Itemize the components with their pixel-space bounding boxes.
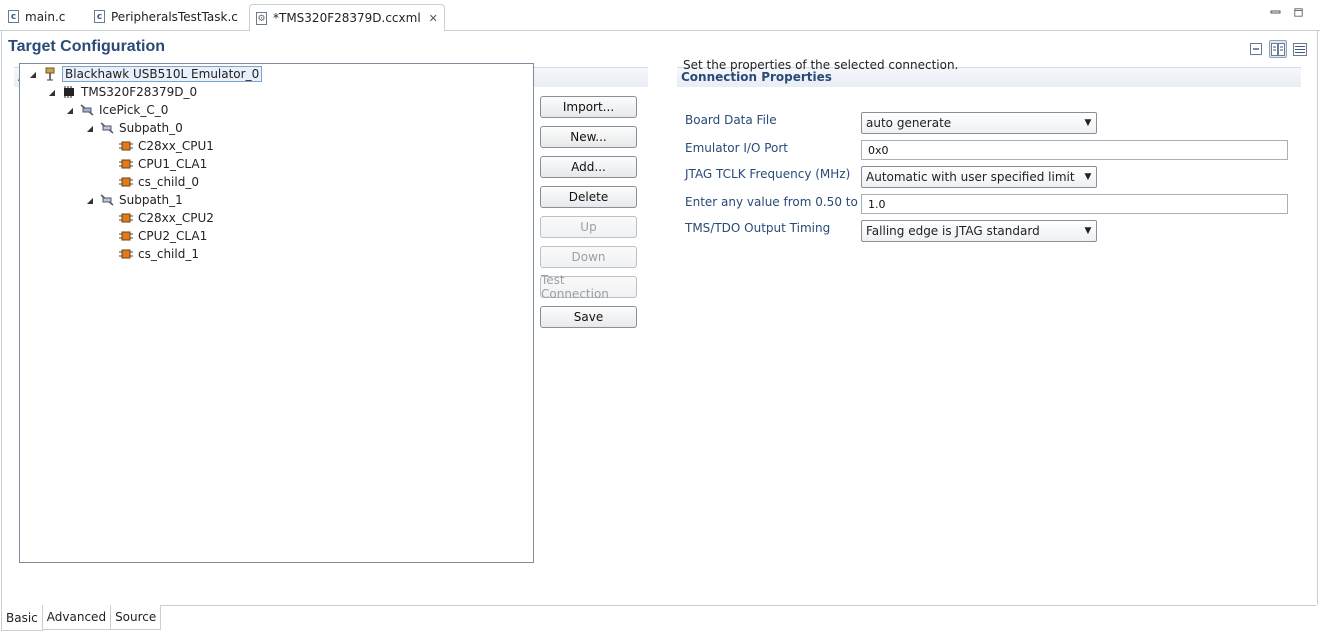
tree-item-label: cs_child_1 (138, 247, 199, 261)
delete-button[interactable]: Delete (540, 186, 637, 208)
tree-item-c28xx-cpu2[interactable]: C28xx_CPU2 (118, 209, 214, 227)
jtag-tclk-frequency-value: Automatic with user specified limit (866, 170, 1075, 184)
save-button[interactable]: Save (540, 306, 637, 328)
layout-rows-button[interactable] (1291, 40, 1309, 58)
tms-tdo-output-timing-value: Falling edge is JTAG standard (866, 224, 1040, 238)
down-button[interactable]: Down (540, 246, 637, 268)
cpu-core-icon (118, 156, 134, 172)
tree-item-icepick[interactable]: ◢ IcePick_C_0 (65, 101, 168, 119)
view-toolbar (1247, 40, 1309, 58)
minimize-icon[interactable] (1270, 8, 1281, 17)
chevron-down-icon: ▼ (1084, 172, 1092, 182)
tclk-limit-value: 1.0 (868, 197, 886, 211)
tree-item-label: C28xx_CPU1 (138, 139, 214, 153)
maximize-icon[interactable] (1293, 8, 1304, 17)
chevron-down-icon: ▼ (1084, 226, 1092, 236)
cpu-core-icon (118, 174, 134, 190)
tree-item-subpath-0[interactable]: ◢ Subpath_0 (85, 119, 183, 137)
cpu-core-icon (118, 138, 134, 154)
tab-basic[interactable]: Basic (1, 605, 43, 631)
editor-page-tabs: Basic Advanced Source (1, 605, 162, 631)
collapse-all-button[interactable] (1247, 40, 1265, 58)
tree-item-c28xx-cpu1[interactable]: C28xx_CPU1 (118, 137, 214, 155)
board-data-file-select[interactable]: auto generate ▼ (861, 112, 1097, 134)
tree-item-device[interactable]: ◢ TMS320F28379D_0 (47, 83, 197, 101)
tree-item-label: Subpath_1 (119, 193, 183, 207)
tree-item-label: Blackhawk USB510L Emulator_0 (62, 66, 263, 82)
tree-item-label: CPU1_CLA1 (138, 157, 208, 171)
editor-tab-strip: c main.c c PeripheralsTestTask.c ⚙ *TMS3… (0, 0, 1320, 31)
cpu-core-icon (118, 246, 134, 262)
tree-item-cpu1-cla1[interactable]: CPU1_CLA1 (118, 155, 207, 173)
tree-item-emulator[interactable]: ◢ Blackhawk USB510L Emulator_0 (28, 65, 263, 83)
tree-item-label: CPU2_CLA1 (138, 229, 208, 243)
tab-tms320f28379d-ccxml[interactable]: ⚙ *TMS320F28379D.ccxml ✕ (249, 4, 445, 31)
subpath-icon (99, 192, 115, 208)
board-data-file-value: auto generate (866, 116, 952, 130)
layout-columns-button[interactable] (1269, 40, 1287, 58)
tree-item-label: IcePick_C_0 (99, 103, 169, 117)
tab-advanced[interactable]: Advanced (41, 605, 112, 630)
add-button[interactable]: Add... (540, 156, 637, 178)
cpu-core-icon (118, 210, 134, 226)
emulator-io-port-label: Emulator I/O Port (685, 141, 788, 155)
emulator-icon (42, 66, 58, 82)
tree-item-label: Subpath_0 (119, 121, 183, 135)
rows-layout-icon (1293, 42, 1307, 56)
chevron-down-icon: ▼ (1084, 118, 1092, 128)
test-connection-button[interactable]: Test Connection (540, 273, 637, 301)
tab-source[interactable]: Source (110, 605, 162, 630)
tree-item-label: TMS320F28379D_0 (81, 85, 198, 99)
close-icon[interactable]: ✕ (429, 12, 438, 25)
board-data-file-label: Board Data File (685, 113, 777, 127)
c-file-icon: c (94, 10, 105, 23)
tms-tdo-output-timing-label: TMS/TDO Output Timing (685, 221, 831, 235)
cpu-core-icon (118, 228, 134, 244)
tree-item-cpu2-cla1[interactable]: CPU2_CLA1 (118, 227, 207, 245)
tree-item-cs-child-1[interactable]: cs_child_1 (118, 245, 199, 263)
collapse-icon (1250, 43, 1262, 55)
jtag-tclk-frequency-label: JTAG TCLK Frequency (MHz) (685, 167, 851, 181)
expanded-arrow-icon[interactable]: ◢ (85, 196, 95, 205)
tab-label: main.c (25, 9, 66, 24)
bottom-tabs-divider (1, 605, 1316, 606)
tab-main-c[interactable]: c main.c (2, 4, 71, 29)
expanded-arrow-icon[interactable]: ◢ (85, 124, 95, 133)
subpath-icon (99, 120, 115, 136)
ccxml-file-icon: ⚙ (256, 11, 267, 25)
tree-item-subpath-1[interactable]: ◢ Subpath_1 (85, 191, 183, 209)
c-file-icon: c (8, 10, 19, 23)
tclk-limit-label: Enter any value from 0.50 to 35.0 (685, 195, 889, 209)
tree-item-label: C28xx_CPU2 (138, 211, 214, 225)
tab-label: PeripheralsTestTask.c (111, 9, 238, 24)
router-icon (79, 102, 95, 118)
columns-layout-icon (1271, 42, 1285, 56)
expanded-arrow-icon[interactable]: ◢ (65, 106, 75, 115)
expanded-arrow-icon[interactable]: ◢ (28, 70, 38, 79)
tree-item-label: cs_child_0 (138, 175, 199, 189)
expanded-arrow-icon[interactable]: ◢ (47, 88, 57, 97)
tree-item-cs-child-0[interactable]: cs_child_0 (118, 173, 199, 191)
connections-tree[interactable]: ◢ Blackhawk USB510L Emulator_0 ◢ TMS320F… (19, 63, 534, 563)
properties-description: Set the properties of the selected conne… (683, 58, 959, 72)
tab-peripherals-test-task-c[interactable]: c PeripheralsTestTask.c (88, 4, 244, 29)
emulator-io-port-value: 0x0 (868, 143, 889, 157)
jtag-tclk-frequency-select[interactable]: Automatic with user specified limit ▼ (861, 166, 1097, 188)
tab-label: *TMS320F28379D.ccxml (273, 11, 421, 25)
tms-tdo-output-timing-select[interactable]: Falling edge is JTAG standard ▼ (861, 220, 1097, 242)
page-title: Target Configuration (8, 38, 166, 55)
up-button[interactable]: Up (540, 216, 637, 238)
chip-icon (61, 84, 77, 100)
emulator-io-port-field[interactable]: 0x0 (861, 140, 1288, 160)
import-button[interactable]: Import... (540, 96, 637, 118)
new-button[interactable]: New... (540, 126, 637, 148)
tclk-limit-field[interactable]: 1.0 (861, 194, 1288, 214)
